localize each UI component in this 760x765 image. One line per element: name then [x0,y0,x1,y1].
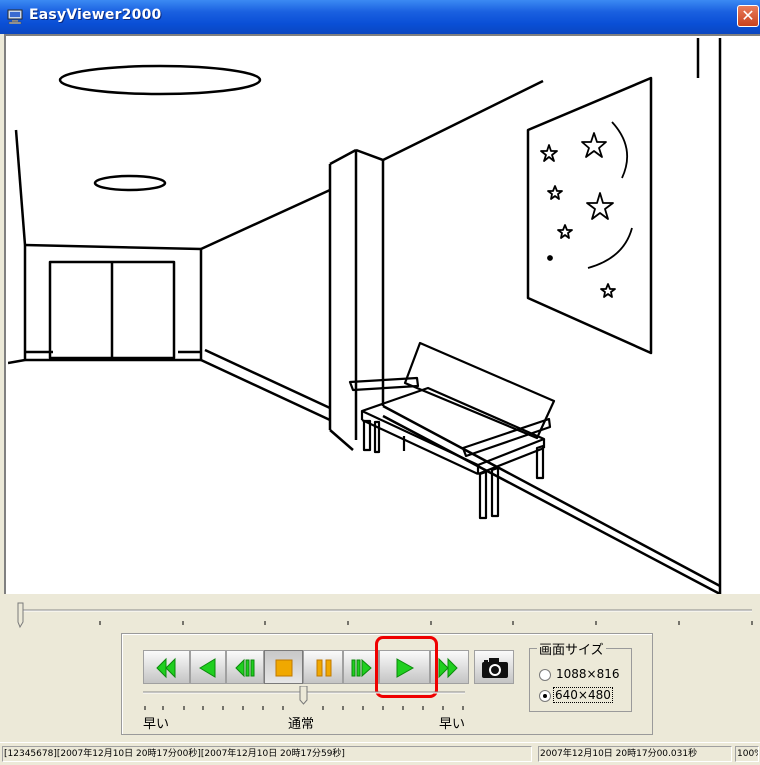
size-640-label[interactable]: 640×480 [553,687,613,703]
left-triangle-icon [199,658,216,678]
size-640-radio[interactable] [539,690,551,702]
stop-square-icon [275,659,293,677]
status-range: [12345678][2007年12月10日 20時17分00秒][2007年1… [2,746,532,762]
window-title: EasyViewer2000 [29,7,162,23]
screen-size-legend: 画面サイズ [537,639,606,658]
double-left-arrow-icon [156,657,176,679]
speed-normal-label: 通常 [288,717,315,732]
status-current-time: 2007年12月10日 20時17分00.031秒 [538,746,732,762]
speed-slider[interactable] [141,686,471,712]
app-icon [7,9,23,24]
status-zoom: 100% [735,746,759,762]
title-bar: EasyViewer2000 ✕ [0,0,760,34]
pause-button[interactable] [303,650,343,684]
size-1088-radio[interactable] [539,669,551,681]
seek-bar[interactable] [10,600,754,630]
pause-icon [316,659,332,677]
playback-controls [143,650,521,684]
camera-icon [482,658,508,678]
close-button[interactable]: ✕ [737,5,759,27]
speed-thumb [299,686,308,705]
step-back-icon [235,658,255,678]
seek-thumb [17,602,24,629]
rewind-fast-button[interactable] [143,650,190,684]
speed-slow-label: 早い [143,717,170,732]
video-frame-image [8,38,722,594]
frame-forward-button[interactable] [343,650,379,684]
size-1088-label[interactable]: 1088×816 [556,667,620,681]
frame-back-button[interactable] [226,650,264,684]
snapshot-button[interactable] [474,650,514,684]
reverse-play-button[interactable] [190,650,226,684]
speed-fast-label: 早い [439,717,466,732]
status-bar: [12345678][2007年12月10日 20時17分00秒][2007年1… [0,742,760,765]
close-icon: ✕ [741,6,755,25]
stop-button[interactable] [264,650,303,684]
